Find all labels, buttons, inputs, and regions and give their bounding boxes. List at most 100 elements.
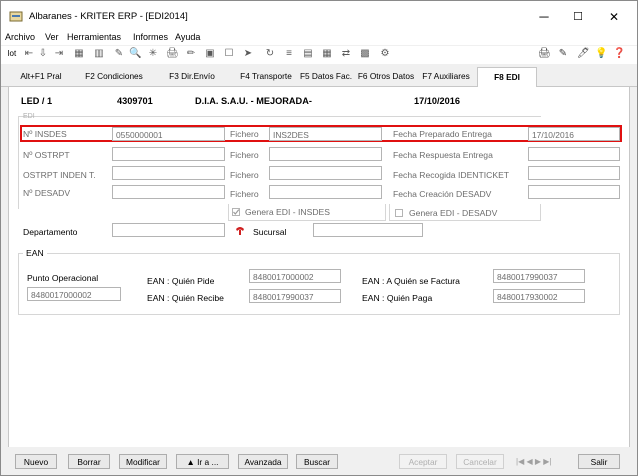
genera-desadv-checkbox[interactable]: [395, 209, 403, 217]
tab-condiciones[interactable]: F2 Condiciones: [81, 69, 147, 84]
quien-pide-label: EAN : Quién Pide: [147, 276, 215, 286]
toolbar-icon-8[interactable]: ✳: [147, 48, 159, 60]
toolbar-right-icon-2[interactable]: 🖊: [577, 48, 590, 60]
fecha-creacion-label: Fecha Creación DESADV: [393, 189, 492, 199]
quien-paga-label: EAN : Quién Paga: [362, 293, 433, 303]
fecha-recogida-label: Fecha Recogida IDENTICKET: [393, 170, 510, 180]
tab-edi[interactable]: F8 EDI: [477, 67, 537, 87]
tab-datos-fac[interactable]: F5 Datos Fac.: [297, 69, 355, 84]
nro-desadv-label: Nº DESADV: [23, 188, 71, 198]
quien-recibe-label: EAN : Quién Recibe: [147, 293, 224, 303]
toolbar-icon-12[interactable]: ☐: [223, 48, 235, 60]
tab-pral[interactable]: Alt+F1 Pral: [13, 69, 69, 84]
fichero-indent-field[interactable]: [269, 166, 382, 180]
fecha-respuesta-field[interactable]: [528, 147, 620, 161]
genera-insdes-label: Genera EDI - INSDES: [245, 207, 331, 217]
toolbar-icon-2[interactable]: ⇩: [37, 48, 49, 60]
ean-group: [18, 253, 620, 315]
fecha-recogida-field[interactable]: [528, 166, 620, 180]
toolbar-icon-3[interactable]: ⇥: [53, 48, 65, 60]
toolbar-icon-5[interactable]: ▥: [93, 48, 105, 60]
toolbar-icon-6[interactable]: ✎: [113, 48, 125, 60]
maximize-button[interactable]: ☐: [563, 7, 593, 27]
buscar-button[interactable]: Buscar: [296, 454, 338, 469]
tab-transporte[interactable]: F4 Transporte: [237, 69, 295, 84]
tab-dir-envio[interactable]: F3 Dir.Envío: [163, 69, 221, 84]
minimize-button[interactable]: ─: [529, 7, 559, 27]
document-id: LED / 1: [21, 96, 53, 106]
window-title: Albaranes - KRITER ERP - [EDI2014]: [29, 11, 188, 22]
edi-legend: EDI: [23, 113, 35, 120]
punto-operacional-field[interactable]: 8480017000002: [27, 287, 121, 301]
fichero-insdes-label: Fichero: [230, 129, 259, 139]
ostrpt-indent-field[interactable]: [112, 166, 225, 180]
modificar-button[interactable]: Modificar: [119, 454, 167, 469]
borrar-button[interactable]: Borrar: [68, 454, 110, 469]
toolbar-right-icon-0[interactable]: 🖨: [538, 48, 551, 60]
a-quien-factura-field[interactable]: 8480017990037: [493, 269, 585, 283]
toolbar-icon-10[interactable]: ✏: [185, 48, 197, 60]
quien-pide-field[interactable]: 8480017000002: [249, 269, 341, 283]
nro-desadv-field[interactable]: [112, 185, 225, 199]
menu-ayuda[interactable]: Ayuda: [175, 32, 200, 42]
menu-herramientas[interactable]: Herramientas: [67, 32, 121, 42]
menu-archivo[interactable]: Archivo: [5, 32, 35, 42]
menu-informes[interactable]: Informes: [133, 32, 168, 42]
nro-ostrpt-label: Nº OSTRPT: [23, 150, 70, 160]
toolbar-icon-15[interactable]: ≡: [283, 48, 295, 60]
tab-otros-datos[interactable]: F6 Otros Datos: [356, 69, 416, 84]
tab-auxiliares[interactable]: F7 Auxiliares: [418, 69, 474, 84]
toolbar-icon-20[interactable]: ⚙: [379, 48, 391, 60]
toolbar-icon-7[interactable]: 🔍: [129, 48, 141, 60]
quien-paga-field[interactable]: 8480017930002: [493, 289, 585, 303]
toolbar-icon-9[interactable]: 🖨: [166, 48, 179, 60]
toolbar-icon-11[interactable]: ▣: [204, 48, 216, 60]
nro-insdes-field[interactable]: 0550000001: [112, 127, 225, 141]
toolbar-right-icon-1[interactable]: ✎: [557, 48, 569, 60]
document-date: 17/10/2016: [414, 96, 460, 106]
toolbar-icon-0[interactable]: lot: [5, 48, 19, 60]
fecha-respuesta-label: Fecha Respuesta Entrega: [393, 150, 493, 160]
toolbar-icon-13[interactable]: ➤: [242, 48, 254, 60]
ostrpt-indent-label: OSTRPT INDEN T.: [23, 170, 96, 180]
menu-ver[interactable]: Ver: [45, 32, 59, 42]
fichero-desadv-label: Fichero: [230, 189, 259, 199]
button-bar: Nuevo Borrar Modificar ▲ Ir a ... Avanza…: [1, 447, 637, 475]
salir-button[interactable]: Salir: [578, 454, 620, 469]
cancelar-button[interactable]: Cancelar: [456, 454, 504, 469]
punto-operacional-label: Punto Operacional: [27, 273, 99, 283]
avanzada-button[interactable]: Avanzada: [238, 454, 288, 469]
fichero-insdes-field[interactable]: INS2DES: [269, 127, 382, 141]
ir-a-button[interactable]: ▲ Ir a ...: [176, 454, 229, 469]
toolbar-icon-17[interactable]: ▦: [321, 48, 333, 60]
nro-ostrpt-field[interactable]: [112, 147, 225, 161]
close-button[interactable]: ✕: [599, 7, 629, 27]
quien-recibe-field[interactable]: 8480017990037: [249, 289, 341, 303]
sucursal-label: Sucursal: [253, 227, 287, 237]
sucursal-field[interactable]: [313, 223, 423, 237]
nro-insdes-label: Nº INSDES: [23, 129, 67, 139]
fichero-ostrpt-label: Fichero: [230, 150, 259, 160]
client-name: D.I.A. S.A.U. - MEJORADA-: [195, 96, 312, 106]
sucursal-lookup-icon[interactable]: [234, 224, 246, 236]
fichero-ostrpt-field[interactable]: [269, 147, 382, 161]
edi-panel: LED / 1 4309701 D.I.A. S.A.U. - MEJORADA…: [8, 87, 630, 448]
toolbar-icon-4[interactable]: ▦: [73, 48, 85, 60]
fichero-desadv-field[interactable]: [269, 185, 382, 199]
departamento-field[interactable]: [112, 223, 225, 237]
toolbar-right-icon-3[interactable]: 💡: [595, 48, 607, 60]
aceptar-button[interactable]: Aceptar: [399, 454, 447, 469]
fecha-preparado-field[interactable]: 17/10/2016: [528, 127, 620, 141]
nuevo-button[interactable]: Nuevo: [15, 454, 57, 469]
genera-insdes-checkbox[interactable]: [232, 208, 240, 216]
fecha-creacion-field[interactable]: [528, 185, 620, 199]
toolbar-icon-1[interactable]: ⇤: [23, 48, 35, 60]
toolbar-right-icon-4[interactable]: ❓: [613, 48, 625, 60]
toolbar: lot ⇤ ⇩ ⇥ ▦ ▥ ✎ 🔍 ✳ 🖨 ✏ ▣ ☐ ➤ ↻ ≡ ▤ ▦ ⇄ ▩ ⚙ 🖨 ✎ 🖊 💡 ❓: [1, 46, 637, 64]
toolbar-icon-18[interactable]: ⇄: [340, 48, 352, 60]
record-navigator[interactable]: |◀ ◀ ▶ ▶|: [516, 457, 551, 466]
toolbar-icon-16[interactable]: ▤: [302, 48, 314, 60]
toolbar-icon-14[interactable]: ↻: [264, 48, 276, 60]
toolbar-icon-19[interactable]: ▩: [359, 48, 371, 60]
app-window: Albaranes - KRITER ERP - [EDI2014] ─ ☐ ✕…: [0, 0, 638, 476]
